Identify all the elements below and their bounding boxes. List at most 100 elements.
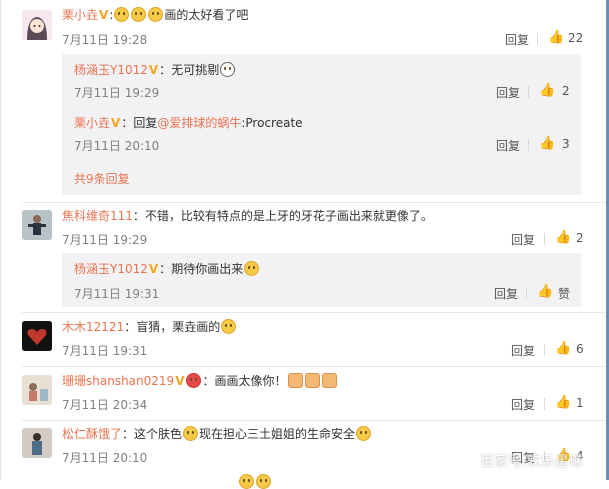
comment-text: 盲猜，栗垚画的 (136, 320, 221, 334)
avatar-girl-icon (22, 10, 52, 40)
like-count: 2 (562, 84, 570, 98)
thumbs-up-emoji-icon (287, 373, 303, 388)
badge-emoji-icon (186, 373, 202, 388)
thumbs-up-icon[interactable]: 👍 (539, 137, 555, 151)
avatar[interactable] (22, 10, 52, 40)
divider (526, 287, 527, 299)
timestamp: 7月11日 20:10 (62, 451, 148, 465)
comment-text: 画的太好看了吧 (164, 8, 249, 22)
reply-line: 栗小垚V：回复@爱排球的蜗牛:Procreate (74, 115, 303, 131)
avatar[interactable] (22, 210, 52, 240)
glasses-emoji-icon (220, 62, 236, 77)
colon-text: ： (159, 63, 172, 77)
avatar[interactable] (22, 428, 52, 458)
avatar[interactable] (22, 375, 52, 405)
username-link[interactable]: 杨涵玉Y1012 (74, 262, 148, 276)
cry-emoji-icon (131, 7, 147, 22)
username-link[interactable]: 栗小垚 (62, 8, 98, 22)
divider (544, 398, 545, 410)
username-link[interactable]: 木木12121 (62, 320, 124, 334)
username-link[interactable]: 焦科维奇111 (62, 209, 133, 223)
thumbs-up-icon[interactable]: 👍 (548, 31, 564, 45)
comment-line: 松仁酥饿了：这个肤色 现在担心三土姐姐的生命安全 (62, 426, 372, 442)
comment-text: 不错，比较有特点的是上牙的牙花子画出来就更像了。 (144, 209, 433, 223)
avatar[interactable] (22, 321, 52, 351)
colon-text: ： (202, 374, 215, 388)
comment-item: 木木12121：盲猜，栗垚画的 7月11日 19:31 回复 👍 6 (0, 313, 606, 367)
username-link[interactable]: 松仁酥饿了 (62, 427, 122, 441)
reply-button[interactable]: 回复 (505, 31, 529, 48)
divider (528, 139, 529, 151)
thumbs-up-icon[interactable]: 👍 (555, 342, 571, 356)
comment-text: 画画太像你！ (214, 374, 287, 388)
reply-thread: 杨涵玉Y1012V：无可挑剔 7月11日 19:29 回复 👍 2 栗小垚V：回… (62, 54, 581, 195)
comment-line: 木木12121：盲猜，栗垚画的 (62, 319, 237, 335)
like-count: 6 (576, 342, 584, 356)
like-count: 3 (562, 137, 570, 151)
colon-text: ： (121, 116, 134, 130)
reply-button[interactable]: 回复 (511, 396, 535, 413)
next-comment-peek (238, 474, 272, 489)
reply-text: 无可挑剔 (171, 63, 220, 77)
v-badge-icon: V (99, 8, 109, 22)
thumbs-up-icon[interactable]: 👍 (537, 285, 553, 299)
comment-line: 珊珊shanshan0219V ：画画太像你！ (62, 373, 338, 389)
comment-item: 珊珊shanshan0219V ：画画太像你！ 7月11日 20:34 回复 👍 … (0, 367, 606, 421)
timestamp: 7月11日 20:34 (62, 398, 148, 412)
cry-emoji-icon (148, 7, 164, 22)
timestamp: 7月11日 19:29 (74, 86, 160, 100)
cry-emoji-icon (114, 7, 130, 22)
reply-button[interactable]: 回复 (496, 84, 520, 101)
username-link[interactable]: 珊珊shanshan0219 (62, 374, 174, 388)
cat-emoji-icon (183, 426, 199, 441)
avatar-heart-icon (22, 321, 52, 351)
comment-text: 现在担心三土姐姐的生命安全 (199, 427, 356, 441)
reply-button[interactable]: 回复 (494, 285, 518, 302)
v-badge-icon: V (148, 262, 159, 276)
reply-text: 期待你画出来 (171, 262, 244, 276)
reply-line: 杨涵玉Y1012V：无可挑剔 (74, 62, 236, 78)
timestamp: 7月11日 19:31 (74, 287, 160, 301)
avatar-person-icon (22, 210, 52, 240)
timestamp: 7月11日 19:31 (62, 344, 148, 358)
thumbs-up-icon[interactable]: 👍 (555, 231, 571, 245)
username-link[interactable]: 栗小垚 (74, 116, 110, 130)
colon-text: ： (159, 262, 172, 276)
divider (528, 86, 529, 98)
emoji-icon (239, 474, 254, 489)
mention-link[interactable]: @爱排球的蜗牛 (157, 116, 241, 130)
username-link[interactable]: 杨涵玉Y1012 (74, 63, 148, 77)
timestamp: 7月11日 20:10 (74, 139, 160, 153)
colon-text: : (109, 8, 114, 22)
avatar-photo-icon (22, 375, 52, 405)
divider (544, 344, 545, 356)
colon-text: ： (122, 427, 135, 441)
timestamp: 7月11日 19:29 (62, 233, 148, 247)
more-replies-link[interactable]: 共9条回复 (74, 170, 130, 187)
comment-text: 这个肤色 (134, 427, 183, 441)
grin-emoji-icon (244, 261, 260, 276)
divider (537, 33, 538, 45)
v-badge-icon: V (148, 63, 159, 77)
reply-text: :Procreate (241, 116, 303, 130)
thumbs-up-emoji-icon (304, 373, 320, 388)
reply-button[interactable]: 回复 (496, 137, 520, 154)
thinking-emoji-icon (221, 319, 237, 334)
thumbs-up-icon[interactable]: 👍 (539, 84, 555, 98)
thumbs-up-icon[interactable]: 👍 (555, 396, 571, 410)
reply-button[interactable]: 回复 (511, 231, 535, 248)
reply-prefix: 回复 (133, 116, 158, 130)
comment-line: 焦科维奇111：不错，比较有特点的是上牙的牙花子画出来就更像了。 (62, 208, 433, 224)
v-badge-icon: V (111, 116, 121, 130)
comment-item: 焦科维奇111：不错，比较有特点的是上牙的牙花子画出来就更像了。 7月11日 1… (0, 203, 606, 313)
timestamp: 7月11日 19:28 (62, 33, 148, 47)
divider (544, 233, 545, 245)
v-badge-icon: V (175, 374, 185, 388)
reply-thread: 杨涵玉Y1012V：期待你画出来 7月11日 19:31 回复 👍 赞 (62, 253, 581, 307)
like-label[interactable]: 赞 (558, 285, 570, 302)
reply-button[interactable]: 回复 (511, 342, 535, 359)
cat-emoji-icon (356, 426, 372, 441)
reply-line: 杨涵玉Y1012V：期待你画出来 (74, 261, 260, 277)
emoji-icon (256, 474, 271, 489)
like-count: 22 (568, 31, 584, 45)
